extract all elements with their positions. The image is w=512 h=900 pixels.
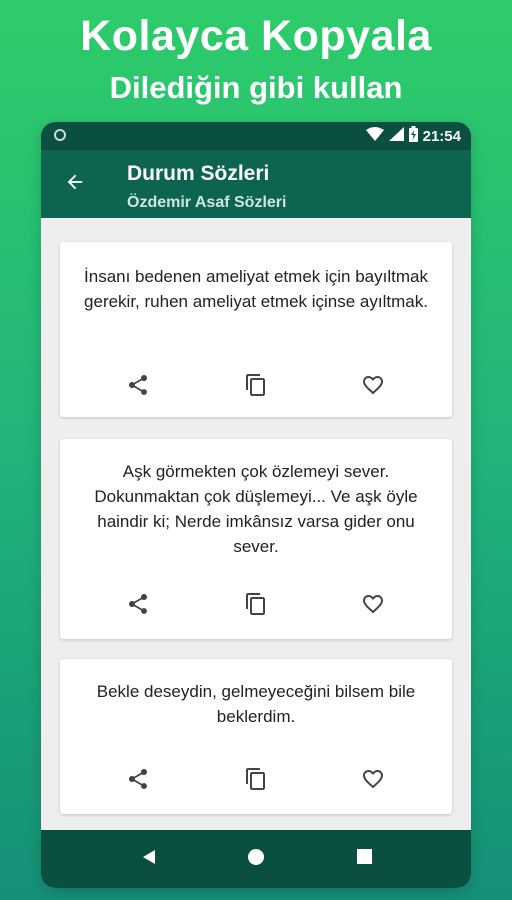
status-bar: 21:54 xyxy=(41,122,471,150)
app-title: Durum Sözleri xyxy=(127,162,270,185)
status-icons: 21:54 xyxy=(365,125,461,147)
share-icon xyxy=(126,373,150,402)
quote-card: Aşk görmekten çok özlemeyi sever. Dokunm… xyxy=(60,439,452,639)
nav-back-button[interactable] xyxy=(129,839,169,879)
copy-button[interactable] xyxy=(236,586,276,626)
home-circle-icon xyxy=(247,848,265,871)
copy-button[interactable] xyxy=(236,761,276,801)
copy-icon xyxy=(244,373,268,402)
nav-recents-button[interactable] xyxy=(344,839,384,879)
circle-icon xyxy=(54,129,66,141)
card-actions xyxy=(60,586,452,626)
share-button[interactable] xyxy=(118,586,158,626)
copy-button[interactable] xyxy=(236,367,276,407)
arrow-back-icon xyxy=(64,171,86,198)
share-button[interactable] xyxy=(118,761,158,801)
status-time: 21:54 xyxy=(422,127,461,145)
favorite-button[interactable] xyxy=(353,761,393,801)
promo-subtitle: Dilediğin gibi kullan xyxy=(109,70,403,105)
system-nav-bar xyxy=(41,830,471,888)
quote-text: Bekle deseydin, gelmeyeceğini bilsem bil… xyxy=(96,682,416,726)
favorite-icon xyxy=(361,767,385,796)
battery-icon xyxy=(408,125,418,147)
app-bar: Durum Sözleri Özdemir Asaf Sözleri xyxy=(41,150,471,218)
back-triangle-icon xyxy=(142,849,156,870)
quote-card: Bekle deseydin, gelmeyeceğini bilsem bil… xyxy=(60,659,452,814)
share-button[interactable] xyxy=(118,367,158,407)
card-actions xyxy=(60,367,452,407)
favorite-button[interactable] xyxy=(353,586,393,626)
favorite-button[interactable] xyxy=(353,367,393,407)
phone-frame: 21:54 Durum Sözleri Özdemir Asaf Sözleri… xyxy=(41,122,471,888)
share-icon xyxy=(126,592,150,621)
quote-text: Aşk görmekten çok özlemeyi sever. Dokunm… xyxy=(94,462,418,556)
quote-list[interactable]: İnsanı bedenen ameliyat etmek için bayıl… xyxy=(41,218,471,830)
favorite-icon xyxy=(361,592,385,621)
signal-icon xyxy=(388,126,404,146)
share-icon xyxy=(126,767,150,796)
copy-icon xyxy=(244,767,268,796)
nav-home-button[interactable] xyxy=(236,839,276,879)
copy-icon xyxy=(244,592,268,621)
quote-card: İnsanı bedenen ameliyat etmek için bayıl… xyxy=(60,242,452,417)
recents-square-icon xyxy=(356,849,372,869)
app-subtitle: Özdemir Asaf Sözleri xyxy=(127,194,287,211)
quote-text: İnsanı bedenen ameliyat etmek için bayıl… xyxy=(84,267,428,311)
favorite-icon xyxy=(361,373,385,402)
card-actions xyxy=(60,761,452,801)
promo-title: Kolayca Kopyala xyxy=(80,12,432,60)
wifi-icon xyxy=(365,126,384,146)
back-button[interactable] xyxy=(55,164,95,204)
